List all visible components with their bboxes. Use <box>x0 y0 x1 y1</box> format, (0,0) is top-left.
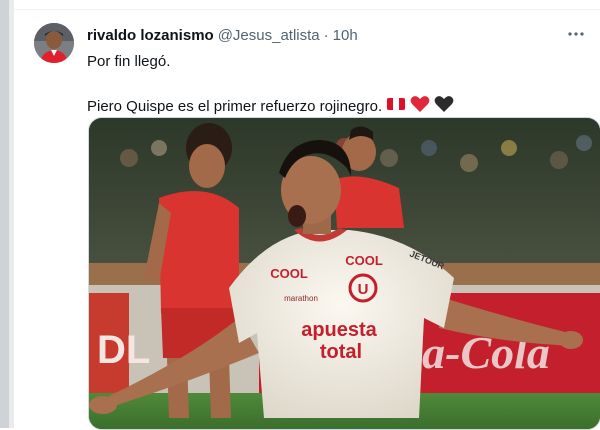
jersey-sponsor-2: total <box>320 341 362 363</box>
separator-dot: · <box>323 26 329 44</box>
tweet-card[interactable]: rivaldo lozanismo @Jesus_atlista · 10h P… <box>14 10 600 430</box>
peru-flag-icon <box>386 96 406 116</box>
author-handle[interactable]: @Jesus_atlista <box>218 27 320 44</box>
tweet-header: rivaldo lozanismo @Jesus_atlista · 10h <box>87 24 590 46</box>
tweet-media-photo[interactable]: Coca-Cola DL COOL COOL marathon U apuest… <box>88 117 600 430</box>
jersey-maker: marathon <box>284 294 318 303</box>
jersey-sponsor-1: apuesta <box>301 319 377 341</box>
football-celebration-photo: Coca-Cola DL COOL COOL marathon U apuest… <box>89 118 600 429</box>
jersey-crest: U <box>358 281 369 298</box>
tweet-text-line-2: Piero Quispe es el primer refuerzo rojin… <box>87 95 454 117</box>
tweet-text-line-2-content: Piero Quispe es el primer refuerzo rojin… <box>87 97 383 115</box>
timestamp[interactable]: 10h <box>333 27 358 44</box>
jersey-brand-right: COOL <box>345 253 383 268</box>
tweet-text-line-1: Por fin llegó. <box>87 53 171 70</box>
avatar[interactable] <box>34 23 74 63</box>
black-heart-icon <box>434 95 454 117</box>
more-horizontal-icon[interactable] <box>566 24 586 44</box>
avatar-image <box>34 23 74 63</box>
red-heart-icon <box>410 95 430 117</box>
svg-text:DL: DL <box>97 328 150 372</box>
more-dots-icon <box>568 32 584 36</box>
jersey-brand-left: COOL <box>270 266 308 281</box>
author-name[interactable]: rivaldo lozanismo <box>87 27 214 44</box>
